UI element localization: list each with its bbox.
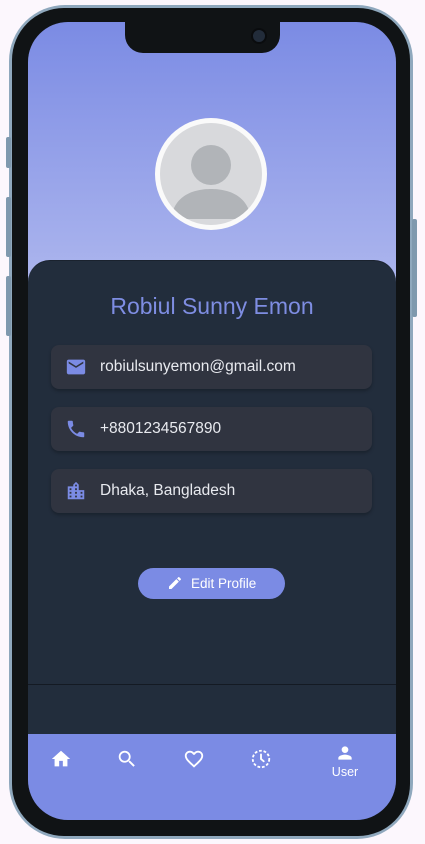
phone-row: +8801234567890 (51, 407, 372, 451)
avatar[interactable] (155, 118, 267, 230)
edit-pencil-icon (167, 575, 183, 591)
edit-profile-button[interactable]: Edit Profile (138, 568, 285, 599)
phone-notch (125, 22, 280, 53)
nav-item-home[interactable] (43, 746, 79, 782)
user-name: Robiul Sunny Emon (110, 293, 314, 319)
history-icon (251, 749, 271, 769)
location-city-icon (65, 480, 87, 502)
nav-item-history[interactable] (243, 746, 279, 782)
phone-power-button (412, 219, 417, 317)
search-icon (118, 750, 135, 767)
nav-item-search[interactable] (109, 746, 145, 782)
avatar-placeholder-icon (160, 123, 262, 225)
location-value: Dhaka, Bangladesh (100, 482, 236, 499)
app-screen: Robiul Sunny Emon robiulsunyemon@gmail.c… (28, 22, 396, 820)
phone-volume-down-button (6, 276, 11, 336)
nav-item-favorites[interactable] (176, 746, 212, 782)
phone-side-button (6, 137, 11, 168)
email-icon (65, 356, 87, 378)
email-row: robiulsunyemon@gmail.com (51, 345, 372, 389)
home-icon (51, 750, 71, 767)
phone-volume-up-button (6, 197, 11, 257)
profile-card: Robiul Sunny Emon robiulsunyemon@gmail.c… (28, 260, 396, 685)
content-footer-area (28, 684, 396, 735)
location-row: Dhaka, Bangladesh (51, 469, 372, 513)
phone-value: +8801234567890 (100, 420, 222, 437)
bottom-navigation-bar: User (28, 734, 396, 820)
user-icon (338, 746, 352, 760)
nav-item-user[interactable]: User (325, 743, 365, 783)
email-value: robiulsunyemon@gmail.com (100, 358, 296, 375)
nav-user-label: User (331, 765, 359, 779)
edit-profile-label: Edit Profile (191, 576, 257, 591)
phone-icon (65, 418, 87, 440)
front-camera (251, 28, 267, 44)
heart-icon (184, 750, 204, 768)
